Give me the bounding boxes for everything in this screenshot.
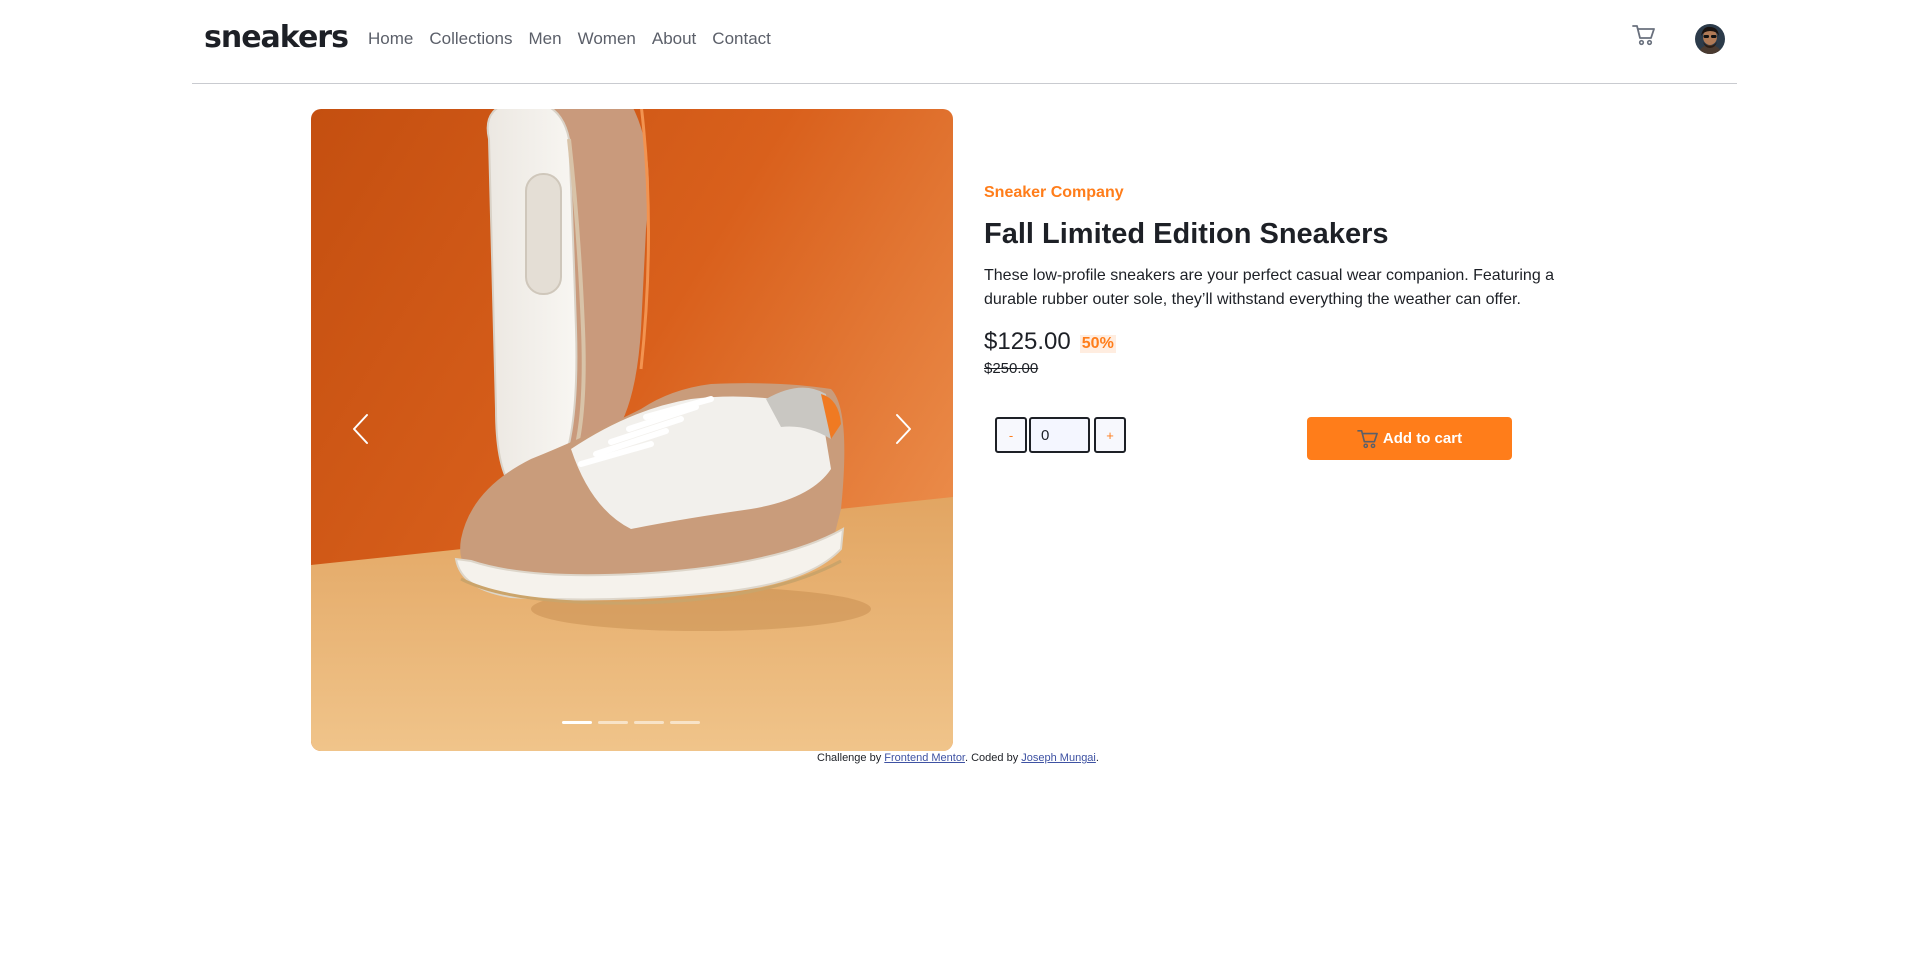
attribution-suffix: . [1095, 752, 1099, 764]
current-price: $125.00 [984, 328, 1071, 355]
decrease-quantity-button[interactable]: - [995, 417, 1027, 453]
nav-item-about[interactable]: About [652, 29, 696, 49]
gallery-indicator-3[interactable] [634, 721, 664, 724]
nav-item-men[interactable]: Men [529, 29, 562, 49]
product-description: These low-profile sneakers are your perf… [984, 267, 1555, 308]
gallery-indicator-1[interactable] [562, 721, 592, 724]
nav-item-contact[interactable]: Contact [712, 29, 771, 49]
attribution-prefix: Challenge by [817, 752, 885, 764]
nav-item-women[interactable]: Women [578, 29, 636, 49]
gallery-indicator-4[interactable] [670, 721, 700, 724]
increase-quantity-button[interactable]: + [1094, 417, 1126, 453]
discount-badge: 50% [1079, 335, 1116, 353]
original-price: $250.00 [984, 360, 1039, 377]
avatar[interactable] [1695, 24, 1725, 54]
cart-button[interactable] [1632, 24, 1660, 52]
gallery-indicators [562, 721, 706, 724]
author-link[interactable]: Joseph Mungai [1021, 752, 1096, 764]
chevron-right-icon [896, 414, 911, 444]
attribution: Challenge by Frontend Mentor. Coded by J… [817, 752, 1099, 764]
main-nav: Home Collections Men Women About Contact [368, 29, 787, 49]
chevron-left-icon [353, 414, 368, 444]
company-name: Sneaker Company [984, 184, 1124, 201]
add-to-cart-button[interactable]: Add to cart [1307, 417, 1512, 460]
product-title: Fall Limited Edition Sneakers [984, 218, 1389, 250]
product-gallery [311, 109, 953, 751]
avatar-image [1695, 24, 1725, 54]
cart-icon [1632, 25, 1655, 46]
quantity-stepper: - + [995, 417, 1126, 453]
add-to-cart-label: Add to cart [1382, 430, 1463, 447]
gallery-indicator-2[interactable] [598, 721, 628, 724]
logo[interactable]: sneakers [204, 20, 349, 55]
frontend-mentor-link[interactable]: Frontend Mentor [884, 752, 965, 764]
nav-item-collections[interactable]: Collections [429, 29, 512, 49]
quantity-input[interactable] [1029, 417, 1090, 453]
site-header: sneakers Home Collections Men Women Abou… [192, 0, 1737, 84]
price-row: $125.00 50% [984, 328, 1116, 356]
cart-icon [1357, 429, 1378, 448]
next-image-button[interactable] [883, 409, 923, 449]
product-image [311, 109, 953, 751]
nav-item-home[interactable]: Home [368, 29, 413, 49]
prev-image-button[interactable] [341, 409, 381, 449]
attribution-middle: . Coded by [965, 752, 1022, 764]
